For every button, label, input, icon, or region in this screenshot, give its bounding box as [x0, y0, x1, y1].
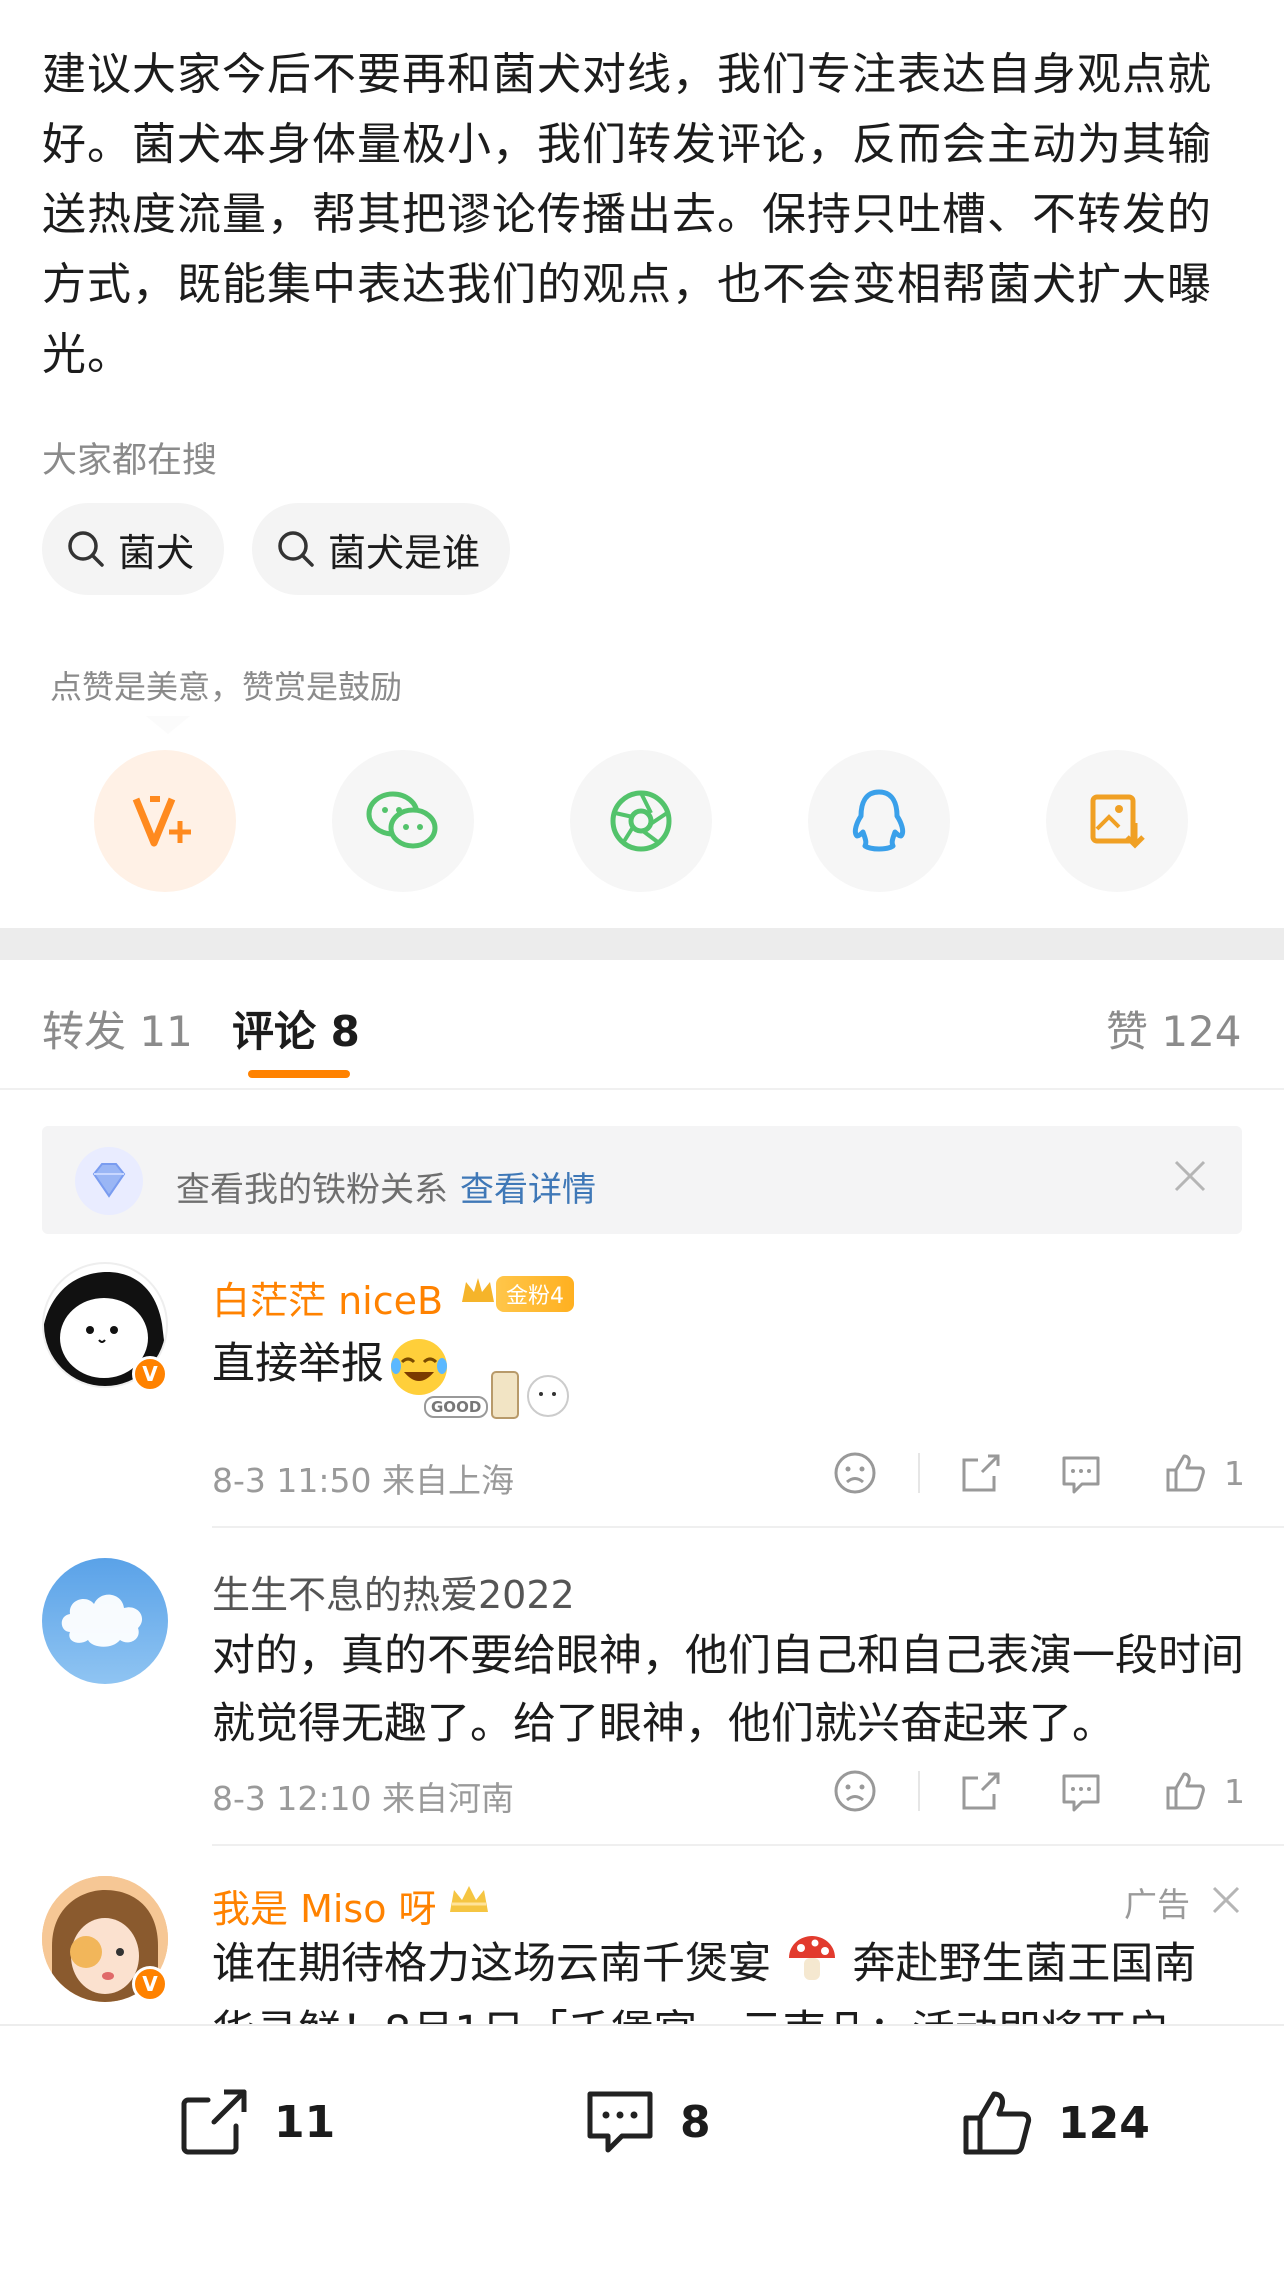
fan-level-badge: 金粉4 — [496, 1276, 574, 1312]
tab-reposts[interactable]: 转发 11 — [42, 998, 193, 1059]
verified-badge: V — [132, 1966, 168, 2002]
comment-text: 直接举报 — [212, 1339, 384, 1389]
comment-divider — [212, 1844, 1284, 1846]
sticker-label: GOOD — [424, 1396, 489, 1418]
save-image-icon — [1090, 794, 1145, 849]
verified-badge: V — [132, 1356, 168, 1392]
avatar[interactable] — [42, 1558, 168, 1684]
search-icon — [68, 531, 104, 567]
active-tab-indicator — [248, 1070, 350, 1078]
post-text: 建议大家今后不要再和菌犬对线，我们专注表达自身观点就好。菌犬本身体量极小，我们转… — [42, 49, 1212, 380]
diamond-icon — [75, 1147, 143, 1215]
like-button[interactable]: 124 — [960, 2086, 1150, 2160]
commenter-name[interactable]: 生生不息的热爱2022 — [212, 1564, 575, 1619]
cloud-avatar-icon — [61, 1594, 143, 1647]
section-divider — [0, 928, 1284, 960]
good-sticker: GOOD — [424, 1362, 576, 1426]
action-separator — [918, 1771, 920, 1811]
tabs-divider — [0, 1088, 1284, 1090]
dislike-face-icon[interactable] — [832, 1768, 878, 1814]
qq-share-button[interactable] — [808, 750, 950, 892]
fans-relation-text: 查看我的铁粉关系 查看详情 — [176, 1162, 596, 1211]
moments-icon — [610, 790, 672, 852]
ad-label: 广告 — [1124, 1885, 1190, 1924]
like-count: 1 — [1224, 1772, 1245, 1811]
comment-text-part: 奔赴野生菌王国南 — [852, 1939, 1197, 1989]
repost-count: 11 — [274, 2096, 336, 2148]
comment-actions — [832, 1450, 920, 1496]
hot-search-chip[interactable]: 菌犬是谁 — [252, 503, 511, 595]
moments-share-button[interactable] — [570, 750, 712, 892]
save-image-button[interactable] — [1046, 750, 1188, 892]
comment-meta: 8-3 12:10 来自河南 — [212, 1779, 514, 1818]
comment-icon[interactable] — [1058, 1452, 1104, 1496]
action-separator — [918, 1453, 920, 1493]
commenter-name[interactable]: 白茫茫 niceB — [212, 1270, 443, 1325]
tab-likes[interactable]: 赞 124 — [1106, 998, 1242, 1059]
like-count: 1 — [1224, 1454, 1245, 1493]
repost-button[interactable]: 11 — [176, 2086, 335, 2158]
chip-label: 菌犬是谁 — [328, 530, 481, 575]
comment-icon — [587, 2091, 653, 2153]
crown-icon — [462, 1278, 494, 1302]
qq-icon — [852, 789, 906, 852]
thumbs-up-icon[interactable] — [1162, 1450, 1208, 1496]
repost-icon — [181, 2089, 247, 2155]
repost-icon[interactable] — [958, 1768, 1004, 1814]
wechat-share-button[interactable] — [332, 750, 474, 892]
tip-arrow — [146, 716, 190, 734]
dislike-face-icon[interactable] — [832, 1450, 878, 1496]
bear-sticker-icon — [491, 1371, 569, 1419]
comment-count: 8 — [680, 2096, 711, 2148]
thumbs-up-icon — [963, 2091, 1032, 2155]
comment-text-part: 谁在期待格力这场云南千煲宴 — [212, 1939, 771, 1989]
bottom-action-bar: 11 8 124 — [0, 2024, 1284, 2291]
commenter-name[interactable]: 我是 Miso 呀 — [212, 1878, 437, 1933]
comment-divider — [212, 1526, 1284, 1528]
reward-tip: 点赞是美意，赞赏是鼓励 — [50, 668, 403, 706]
mushroom-emoji-icon — [788, 1936, 835, 1980]
repost-icon[interactable] — [958, 1450, 1004, 1496]
reward-button[interactable] — [94, 750, 236, 892]
comment-text: 谁在期待格力这场云南千煲宴 奔赴野生菌王国南 — [212, 1930, 1196, 1998]
hot-search-chip[interactable]: 菌犬 — [42, 503, 225, 595]
comment-meta: 8-3 11:50 来自上海 — [212, 1461, 514, 1500]
comment-actions — [832, 1768, 920, 1814]
tab-comments[interactable]: 评论 8 — [232, 998, 360, 1059]
wechat-icon — [366, 791, 438, 849]
fans-relation-label: 查看我的铁粉关系 — [176, 1170, 448, 1210]
search-icon — [278, 531, 314, 567]
hot-search-title: 大家都在搜 — [42, 441, 218, 481]
comment-text: 对的，真的不要给眼神，他们自己和自己表演一段时间就觉得无趣了。给了眼神，他们就兴… — [212, 1631, 1244, 1749]
like-count: 124 — [1058, 2097, 1150, 2149]
close-icon[interactable] — [1170, 1156, 1210, 1196]
reward-v-plus-icon — [132, 796, 191, 847]
comment-icon[interactable] — [1058, 1770, 1104, 1814]
crown-icon — [450, 1886, 488, 1912]
fans-detail-link[interactable]: 查看详情 — [460, 1170, 596, 1210]
chip-label: 菌犬 — [118, 530, 195, 575]
thumbs-up-icon[interactable] — [1162, 1768, 1208, 1814]
comment-button[interactable]: 8 — [582, 2086, 711, 2158]
close-icon[interactable] — [1210, 1884, 1242, 1916]
fans-relation-bar[interactable]: 查看我的铁粉关系 查看详情 — [42, 1126, 1242, 1234]
